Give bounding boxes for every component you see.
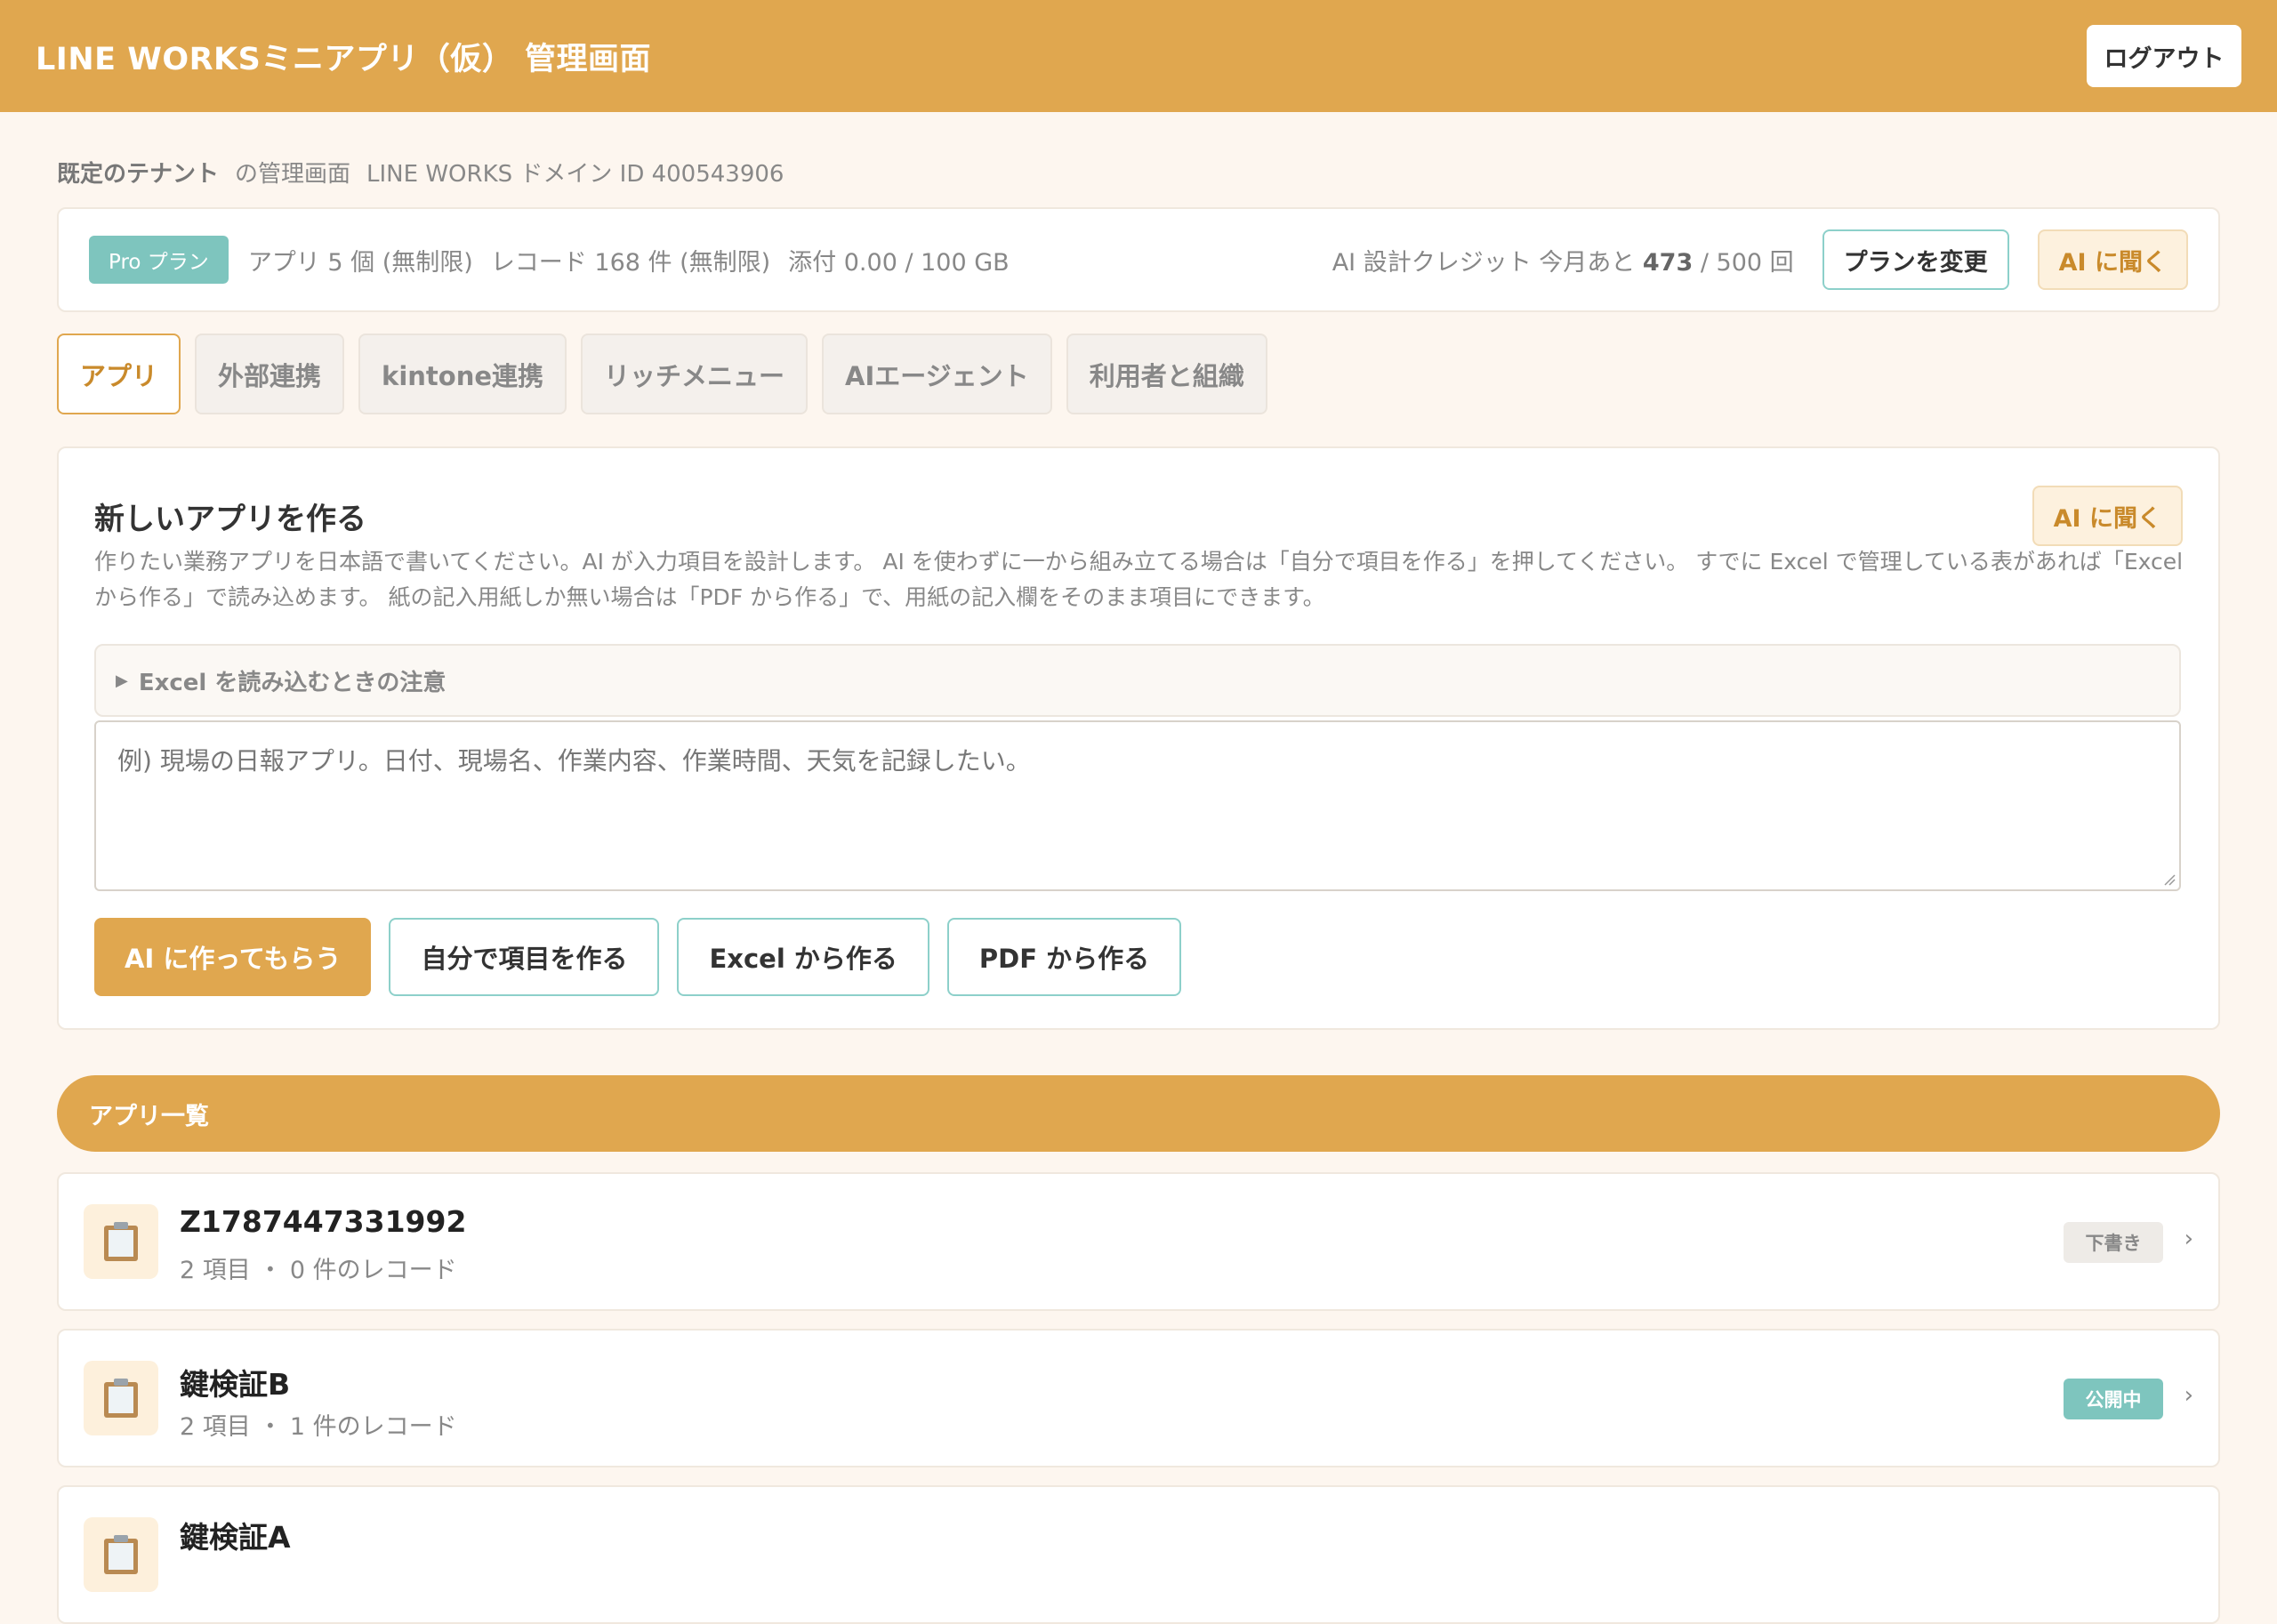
ask-ai-button[interactable]: AI に聞く <box>2037 229 2188 290</box>
create-app-card: 新しいアプリを作る AI に聞く 作りたい業務アプリを日本語で書いてください。A… <box>57 446 2220 1030</box>
clipboard-icon <box>84 1517 158 1592</box>
logout-button[interactable]: ログアウト <box>2087 25 2241 87</box>
app-name: 鍵検証A <box>180 1520 291 1555</box>
excel-note-toggle[interactable]: ▶ Excel を読み込むときの注意 <box>94 644 2181 717</box>
domain-id: LINE WORKS ドメイン ID 400543906 <box>366 161 784 188</box>
app-name: Z1787447331992 <box>180 1204 467 1239</box>
usage-attachments: 添付 0.00 / 100 GB <box>788 248 1010 277</box>
tab-ai-agent[interactable]: AIエージェント <box>822 334 1052 414</box>
tenant-name: 既定のテナント <box>57 161 220 188</box>
chevron-right-icon: › <box>2184 1226 2193 1252</box>
list-item[interactable]: Z1787447331992 2 項目 ・ 0 件のレコード 下書き › <box>57 1172 2220 1311</box>
change-plan-button[interactable]: プランを変更 <box>1822 229 2009 290</box>
create-actions: AI に作ってもらう 自分で項目を作る Excel から作る PDF から作る <box>94 918 1182 996</box>
top-bar: LINE WORKSミニアプリ（仮） 管理画面 ログアウト <box>0 0 2277 112</box>
excel-note-label: Excel を読み込むときの注意 <box>138 669 447 696</box>
status-badge: 公開中 <box>2064 1379 2163 1419</box>
clipboard-icon <box>84 1361 158 1435</box>
credit-remaining: 473 <box>1642 248 1694 277</box>
usage-apps: アプリ 5 個 (無制限) <box>247 248 473 277</box>
tenant-suffix: の管理画面 <box>235 161 351 188</box>
app-description-input[interactable]: 例) 現場の日報アプリ。日付、現場名、作業内容、作業時間、天気を記録したい。 <box>94 720 2181 891</box>
manual-create-button[interactable]: 自分で項目を作る <box>389 918 660 996</box>
list-item[interactable]: 鍵検証B 2 項目 ・ 1 件のレコード 公開中 › <box>57 1329 2220 1467</box>
app-meta: 2 項目 ・ 0 件のレコード <box>180 1257 457 1284</box>
app-name: 鍵検証B <box>180 1367 291 1402</box>
tenant-info: 既定のテナント の管理画面 LINE WORKS ドメイン ID 400543906 <box>57 156 800 189</box>
tab-external[interactable]: 外部連携 <box>195 334 345 414</box>
app-title: LINE WORKSミニアプリ（仮） 管理画面 <box>36 41 652 77</box>
input-placeholder: 例) 現場の日報アプリ。日付、現場名、作業内容、作業時間、天気を記録したい。 <box>117 746 1031 776</box>
resize-handle-icon[interactable] <box>2163 873 2176 886</box>
pdf-create-button[interactable]: PDF から作る <box>946 918 1182 996</box>
ai-credit: AI 設計クレジット 今月あと 473 / 500 回 <box>1332 243 1794 277</box>
chevron-right-icon: › <box>2184 1382 2193 1409</box>
create-description: 作りたい業務アプリを日本語で書いてください。AI が入力項目を設計します。 AI… <box>94 549 2184 610</box>
triangle-right-icon: ▶ <box>116 671 128 690</box>
plan-card: Pro プラン アプリ 5 個 (無制限) レコード 168 件 (無制限) 添… <box>57 207 2220 312</box>
app-meta: 2 項目 ・ 1 件のレコード <box>180 1413 457 1441</box>
tab-apps[interactable]: アプリ <box>57 334 181 414</box>
plan-badge: Pro プラン <box>89 236 229 284</box>
ai-create-button[interactable]: AI に作ってもらう <box>94 918 372 996</box>
usage-records: レコード 168 件 (無制限) <box>490 248 771 277</box>
clipboard-icon <box>84 1204 158 1279</box>
credit-prefix: AI 設計クレジット 今月あと <box>1332 248 1636 277</box>
ask-ai-button-create[interactable]: AI に聞く <box>2032 486 2183 546</box>
app-list-header: アプリ一覧 <box>57 1075 2220 1152</box>
excel-create-button[interactable]: Excel から作る <box>677 918 929 996</box>
create-title: 新しいアプリを作る <box>94 502 366 537</box>
list-item[interactable]: 鍵検証A <box>57 1485 2220 1624</box>
tab-users[interactable]: 利用者と組織 <box>1066 334 1267 414</box>
main-tabs: アプリ 外部連携 kintone連携 リッチメニュー AIエージェント 利用者と… <box>57 334 1267 414</box>
tab-kintone[interactable]: kintone連携 <box>358 334 567 414</box>
status-badge: 下書き <box>2064 1222 2163 1263</box>
credit-suffix: / 500 回 <box>1700 248 1794 277</box>
tab-rich-menu[interactable]: リッチメニュー <box>581 334 809 414</box>
